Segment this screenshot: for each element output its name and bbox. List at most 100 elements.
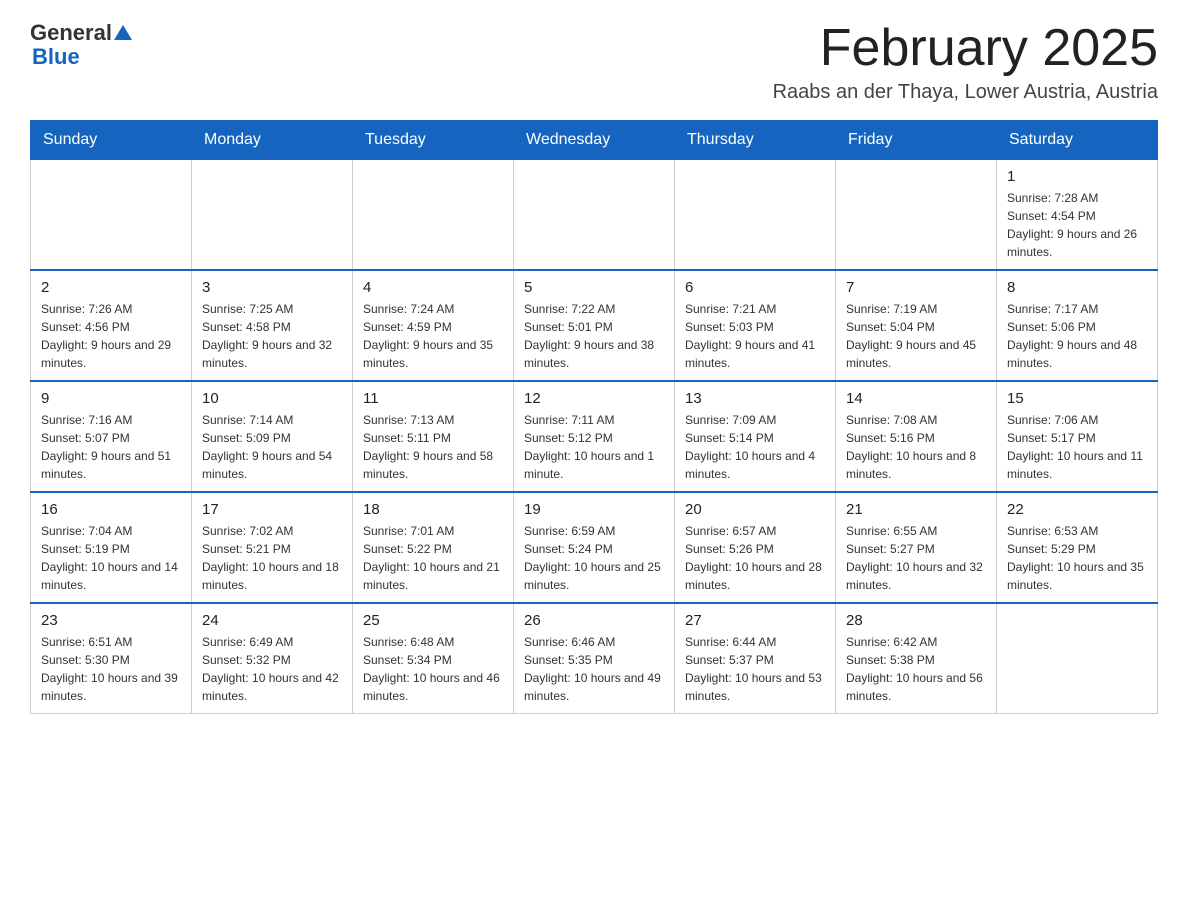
- day-info: Sunrise: 6:57 AM Sunset: 5:26 PM Dayligh…: [685, 522, 825, 594]
- calendar-day-cell: 10 Sunrise: 7:14 AM Sunset: 5:09 PM Dayli…: [192, 381, 353, 492]
- calendar-day-cell: 20 Sunrise: 6:57 AM Sunset: 5:26 PM Dayli…: [675, 492, 836, 603]
- day-number: 25: [363, 612, 503, 629]
- day-info: Sunrise: 6:48 AM Sunset: 5:34 PM Dayligh…: [363, 633, 503, 705]
- day-info: Sunrise: 7:21 AM Sunset: 5:03 PM Dayligh…: [685, 300, 825, 372]
- day-number: 13: [685, 390, 825, 407]
- day-info: Sunrise: 6:49 AM Sunset: 5:32 PM Dayligh…: [202, 633, 342, 705]
- day-info: Sunrise: 7:19 AM Sunset: 5:04 PM Dayligh…: [846, 300, 986, 372]
- day-number: 4: [363, 279, 503, 296]
- day-number: 11: [363, 390, 503, 407]
- calendar-day-cell: 11 Sunrise: 7:13 AM Sunset: 5:11 PM Dayli…: [353, 381, 514, 492]
- day-info: Sunrise: 7:09 AM Sunset: 5:14 PM Dayligh…: [685, 411, 825, 483]
- day-info: Sunrise: 7:04 AM Sunset: 5:19 PM Dayligh…: [41, 522, 181, 594]
- calendar-empty-cell: [353, 160, 514, 271]
- calendar-day-cell: 8 Sunrise: 7:17 AM Sunset: 5:06 PM Daylig…: [997, 270, 1158, 381]
- calendar-day-cell: 9 Sunrise: 7:16 AM Sunset: 5:07 PM Daylig…: [31, 381, 192, 492]
- calendar-day-cell: 15Sunrise: 7:06 AM Sunset: 5:17 PM Dayli…: [997, 381, 1158, 492]
- day-number: 28: [846, 612, 986, 629]
- day-number: 27: [685, 612, 825, 629]
- calendar-week-row: 9 Sunrise: 7:16 AM Sunset: 5:07 PM Daylig…: [31, 381, 1158, 492]
- calendar-title: February 2025: [773, 20, 1158, 77]
- day-number: 6: [685, 279, 825, 296]
- day-info: Sunrise: 7:17 AM Sunset: 5:06 PM Dayligh…: [1007, 300, 1147, 372]
- calendar-day-cell: 5 Sunrise: 7:22 AM Sunset: 5:01 PM Daylig…: [514, 270, 675, 381]
- day-number: 1: [1007, 168, 1147, 185]
- calendar-day-cell: 25 Sunrise: 6:48 AM Sunset: 5:34 PM Dayli…: [353, 603, 514, 714]
- day-info: Sunrise: 6:44 AM Sunset: 5:37 PM Dayligh…: [685, 633, 825, 705]
- day-info: Sunrise: 7:08 AM Sunset: 5:16 PM Dayligh…: [846, 411, 986, 483]
- day-number: 24: [202, 612, 342, 629]
- day-number: 14: [846, 390, 986, 407]
- day-number: 21: [846, 501, 986, 518]
- day-number: 20: [685, 501, 825, 518]
- calendar-day-cell: 7 Sunrise: 7:19 AM Sunset: 5:04 PM Daylig…: [836, 270, 997, 381]
- calendar-day-cell: 17 Sunrise: 7:02 AM Sunset: 5:21 PM Dayli…: [192, 492, 353, 603]
- weekday-header-row: SundayMondayTuesdayWednesdayThursdayFrid…: [31, 121, 1158, 160]
- day-info: Sunrise: 6:51 AM Sunset: 5:30 PM Dayligh…: [41, 633, 181, 705]
- calendar-subtitle: Raabs an der Thaya, Lower Austria, Austr…: [773, 81, 1158, 104]
- day-number: 10: [202, 390, 342, 407]
- day-info: Sunrise: 7:22 AM Sunset: 5:01 PM Dayligh…: [524, 300, 664, 372]
- calendar-day-cell: 18 Sunrise: 7:01 AM Sunset: 5:22 PM Dayli…: [353, 492, 514, 603]
- calendar-day-cell: 22 Sunrise: 6:53 AM Sunset: 5:29 PM Dayli…: [997, 492, 1158, 603]
- day-number: 17: [202, 501, 342, 518]
- day-number: 23: [41, 612, 181, 629]
- logo-blue-text: Blue: [32, 44, 80, 70]
- title-section: February 2025 Raabs an der Thaya, Lower …: [773, 20, 1158, 104]
- day-info: Sunrise: 7:02 AM Sunset: 5:21 PM Dayligh…: [202, 522, 342, 594]
- calendar-empty-cell: [192, 160, 353, 271]
- day-info: Sunrise: 7:14 AM Sunset: 5:09 PM Dayligh…: [202, 411, 342, 483]
- day-number: 26: [524, 612, 664, 629]
- weekday-header-sunday: Sunday: [31, 121, 192, 160]
- day-info: Sunrise: 6:55 AM Sunset: 5:27 PM Dayligh…: [846, 522, 986, 594]
- calendar-day-cell: 13 Sunrise: 7:09 AM Sunset: 5:14 PM Dayli…: [675, 381, 836, 492]
- day-number: 7: [846, 279, 986, 296]
- calendar-day-cell: 28 Sunrise: 6:42 AM Sunset: 5:38 PM Dayli…: [836, 603, 997, 714]
- day-number: 22: [1007, 501, 1147, 518]
- day-info: Sunrise: 7:11 AM Sunset: 5:12 PM Dayligh…: [524, 411, 664, 483]
- day-number: 12: [524, 390, 664, 407]
- calendar-day-cell: 6 Sunrise: 7:21 AM Sunset: 5:03 PM Daylig…: [675, 270, 836, 381]
- day-number: 2: [41, 279, 181, 296]
- calendar-week-row: 16Sunrise: 7:04 AM Sunset: 5:19 PM Dayli…: [31, 492, 1158, 603]
- logo-triangle-icon: [112, 25, 132, 38]
- weekday-header-friday: Friday: [836, 121, 997, 160]
- day-info: Sunrise: 7:28 AM Sunset: 4:54 PM Dayligh…: [1007, 189, 1147, 261]
- day-info: Sunrise: 6:42 AM Sunset: 5:38 PM Dayligh…: [846, 633, 986, 705]
- calendar-day-cell: 24 Sunrise: 6:49 AM Sunset: 5:32 PM Dayli…: [192, 603, 353, 714]
- calendar-day-cell: 3Sunrise: 7:25 AM Sunset: 4:58 PM Daylig…: [192, 270, 353, 381]
- day-number: 15: [1007, 390, 1147, 407]
- weekday-header-saturday: Saturday: [997, 121, 1158, 160]
- day-number: 19: [524, 501, 664, 518]
- calendar-week-row: 2Sunrise: 7:26 AM Sunset: 4:56 PM Daylig…: [31, 270, 1158, 381]
- calendar-empty-cell: [836, 160, 997, 271]
- day-info: Sunrise: 7:01 AM Sunset: 5:22 PM Dayligh…: [363, 522, 503, 594]
- calendar-table: SundayMondayTuesdayWednesdayThursdayFrid…: [30, 120, 1158, 714]
- day-info: Sunrise: 7:16 AM Sunset: 5:07 PM Dayligh…: [41, 411, 181, 483]
- calendar-day-cell: 4 Sunrise: 7:24 AM Sunset: 4:59 PM Daylig…: [353, 270, 514, 381]
- day-number: 3: [202, 279, 342, 296]
- day-info: Sunrise: 6:53 AM Sunset: 5:29 PM Dayligh…: [1007, 522, 1147, 594]
- weekday-header-thursday: Thursday: [675, 121, 836, 160]
- calendar-week-row: 23 Sunrise: 6:51 AM Sunset: 5:30 PM Dayli…: [31, 603, 1158, 714]
- weekday-header-monday: Monday: [192, 121, 353, 160]
- day-info: Sunrise: 7:24 AM Sunset: 4:59 PM Dayligh…: [363, 300, 503, 372]
- day-number: 18: [363, 501, 503, 518]
- logo: General Blue: [30, 20, 132, 70]
- calendar-day-cell: 14 Sunrise: 7:08 AM Sunset: 5:16 PM Dayli…: [836, 381, 997, 492]
- calendar-day-cell: 23 Sunrise: 6:51 AM Sunset: 5:30 PM Dayli…: [31, 603, 192, 714]
- weekday-header-tuesday: Tuesday: [353, 121, 514, 160]
- calendar-day-cell: 16Sunrise: 7:04 AM Sunset: 5:19 PM Dayli…: [31, 492, 192, 603]
- calendar-day-cell: 26Sunrise: 6:46 AM Sunset: 5:35 PM Dayli…: [514, 603, 675, 714]
- calendar-empty-cell: [675, 160, 836, 271]
- calendar-day-cell: 27 Sunrise: 6:44 AM Sunset: 5:37 PM Dayli…: [675, 603, 836, 714]
- calendar-day-cell: 21 Sunrise: 6:55 AM Sunset: 5:27 PM Dayli…: [836, 492, 997, 603]
- day-info: Sunrise: 7:13 AM Sunset: 5:11 PM Dayligh…: [363, 411, 503, 483]
- calendar-day-cell: 19Sunrise: 6:59 AM Sunset: 5:24 PM Dayli…: [514, 492, 675, 603]
- calendar-empty-cell: [997, 603, 1158, 714]
- logo-general-text: General: [30, 20, 112, 46]
- day-number: 9: [41, 390, 181, 407]
- day-number: 8: [1007, 279, 1147, 296]
- calendar-week-row: 1 Sunrise: 7:28 AM Sunset: 4:54 PM Daylig…: [31, 160, 1158, 271]
- day-number: 5: [524, 279, 664, 296]
